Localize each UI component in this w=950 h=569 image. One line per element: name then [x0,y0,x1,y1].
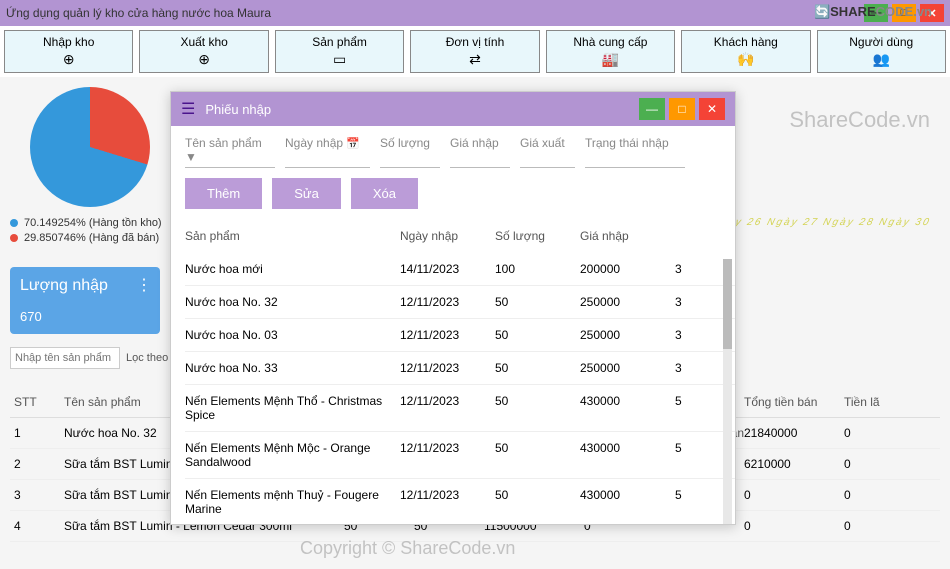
table-row[interactable]: Nến Elements Mệnh Mộc - Orange Sandalwoo… [185,432,735,479]
main-content: 70.149254% (Hàng tồn kho) 29.850746% (Hà… [0,77,950,569]
import-date-field[interactable]: Ngày nhập 📅 [285,136,370,168]
hamburger-icon[interactable]: ☰ [181,99,195,119]
table-row[interactable]: Nước hoa mới14/11/20231002000003 [185,253,735,286]
pie-chart [30,87,150,207]
product-icon: ▭ [278,51,401,68]
table-row[interactable]: Nến Elements mệnh Thuỷ - Fougere Marine1… [185,479,735,524]
tool-xuat-kho[interactable]: Xuất kho⊕ [139,30,268,73]
modal-titlebar: ☰ Phiếu nhập — □ ✕ [171,92,735,126]
modal-table-header: Sản phẩm Ngày nhập Số lượng Giá nhập [185,219,735,253]
import-modal: ☰ Phiếu nhập — □ ✕ Tên sản phẩm ▼ Ngày n… [170,91,736,525]
scrollbar-thumb[interactable] [723,259,732,349]
modal-maximize[interactable]: □ [669,98,695,120]
import-quantity-card[interactable]: ⋮ Lượng nhập 670 [10,267,160,334]
plus-circle-icon: ⊕ [7,51,130,68]
more-icon[interactable]: ⋮ [136,275,152,295]
pie-chart-widget: 70.149254% (Hàng tồn kho) 29.850746% (Hà… [10,87,170,247]
calendar-icon[interactable]: 📅 [346,138,360,150]
import-price-field[interactable]: Giá nhập [450,136,510,168]
search-row: Lọc theo ▼ [10,347,182,369]
table-row[interactable]: Nến Elements Mệnh Thổ - Christmas Spice1… [185,385,735,432]
card-label: Lượng nhập [20,277,150,295]
tool-don-vi-tinh[interactable]: Đơn vị tính⇄ [410,30,539,73]
app-titlebar: Ứng dụng quản lý kho cửa hàng nước hoa M… [0,0,950,26]
modal-table: Sản phẩm Ngày nhập Số lượng Giá nhập Nướ… [171,219,735,524]
modal-form: Tên sản phẩm ▼ Ngày nhập 📅 Số lượng Giá … [171,126,735,178]
watermark-text: ShareCode.vn [789,107,930,133]
unit-icon: ⇄ [413,51,536,68]
delete-button[interactable]: Xóa [351,178,418,209]
users-icon: 👥 [820,51,943,68]
modal-buttons: Thêm Sửa Xóa [171,178,735,219]
legend-dot-red [10,234,18,242]
tool-nhap-kho[interactable]: Nhập kho⊕ [4,30,133,73]
quantity-field[interactable]: Số lượng [380,136,440,168]
export-price-field[interactable]: Giá xuất [520,136,575,168]
modal-title-text: Phiếu nhập [205,102,271,117]
tool-nha-cung-cap[interactable]: Nhà cung cấp🏭 [546,30,675,73]
tool-san-pham[interactable]: Sản phẩm▭ [275,30,404,73]
table-row[interactable]: Nước hoa No. 3212/11/2023502500003 [185,286,735,319]
legend-dot-blue [10,219,18,227]
modal-close[interactable]: ✕ [699,98,725,120]
plus-circle-icon: ⊕ [142,51,265,68]
table-row[interactable]: Nước hoa No. 0312/11/2023502500003 [185,319,735,352]
customer-icon: 🙌 [684,51,807,68]
search-input[interactable] [10,347,120,369]
main-toolbar: Nhập kho⊕ Xuất kho⊕ Sản phẩm▭ Đơn vị tín… [0,26,950,77]
copyright-watermark: Copyright © ShareCode.vn [300,538,515,559]
tool-khach-hang[interactable]: Khách hàng🙌 [681,30,810,73]
tool-nguoi-dung[interactable]: Người dùng👥 [817,30,946,73]
factory-icon: 🏭 [549,51,672,68]
add-button[interactable]: Thêm [185,178,262,209]
table-row[interactable]: Nước hoa No. 3312/11/2023502500003 [185,352,735,385]
status-field[interactable]: Trạng thái nhập [585,136,685,168]
product-name-dropdown[interactable]: Tên sản phẩm ▼ [185,136,275,168]
modal-minimize[interactable]: — [639,98,665,120]
sharecode-logo: 🔄SHARECODE.vn [814,4,932,20]
app-title: Ứng dụng quản lý kho cửa hàng nước hoa M… [6,6,271,20]
card-value: 670 [20,309,150,324]
edit-button[interactable]: Sửa [272,178,341,209]
pie-legend: 70.149254% (Hàng tồn kho) 29.850746% (Hà… [10,217,170,244]
modal-scrollbar[interactable] [723,259,732,524]
